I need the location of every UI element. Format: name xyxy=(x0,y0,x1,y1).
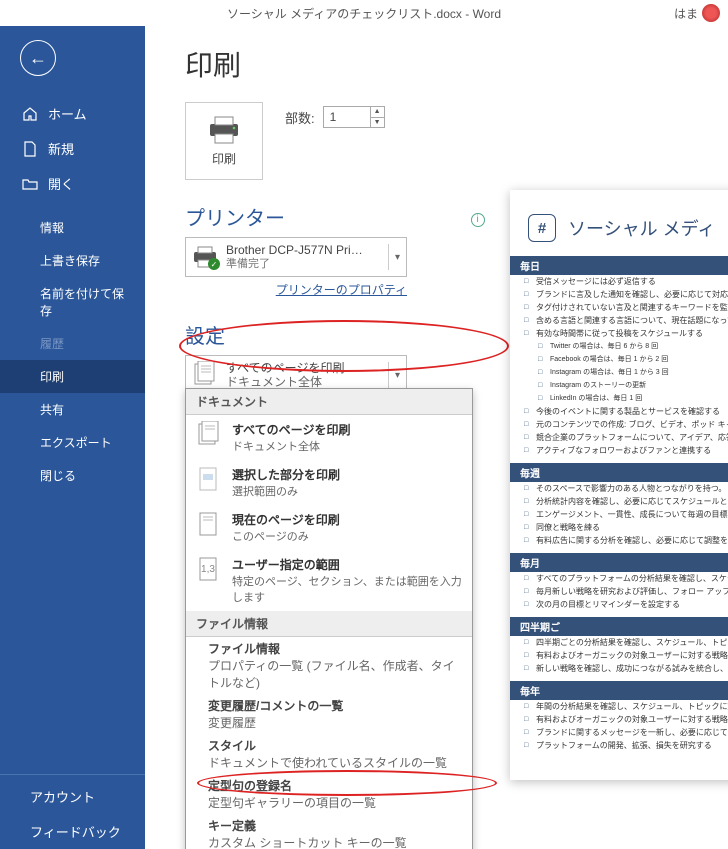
preview-bullet: 今後のイベントに関する製品とサービスを確認する xyxy=(510,405,728,418)
preview-bullet: 有効な時間帯に従って投稿をスケジュールする xyxy=(510,327,728,340)
menu-sub-1[interactable]: 変更履歴/コメントの一覧変更履歴 xyxy=(186,694,472,734)
preview-section: 毎月 xyxy=(510,553,728,572)
back-arrow-icon: ← xyxy=(29,48,47,69)
nav-new[interactable]: 新規 xyxy=(0,131,145,166)
preview-bullet: ブランドに関するメッセージを一新し、必要に応じて調整を xyxy=(510,726,728,739)
preview-bullet: 有料およびオーガニックの対象ユーザーに対する戦略的な xyxy=(510,713,728,726)
svg-text:1,3: 1,3 xyxy=(201,564,215,575)
new-doc-icon xyxy=(22,141,38,157)
home-icon xyxy=(22,106,38,122)
preview-bullet: 次の月の目標とリマインダーを設定する xyxy=(510,598,728,611)
preview-bullet: 新しい戦略を確認し、成功につながる試みを統合し、経 xyxy=(510,662,728,675)
print-button[interactable]: 印刷 xyxy=(185,102,263,180)
preview-bullet: プラットフォームの開発、拡張、損失を研究する xyxy=(510,739,728,752)
copies-down[interactable]: ▼ xyxy=(370,118,384,128)
menu-section-document: ドキュメント xyxy=(186,389,472,415)
preview-bullet: すべてのプラットフォームの分析結果を確認し、スケジュール xyxy=(510,572,728,585)
nav-share[interactable]: 共有 xyxy=(0,393,145,426)
chevron-down-icon: ▾ xyxy=(388,362,400,388)
page-icon xyxy=(196,466,222,494)
copies-label: 部数: xyxy=(285,108,315,127)
preview-bullet: 元のコンテンツでの作成: ブログ、ビデオ、ポッド キャストな xyxy=(510,418,728,431)
menu-section-fileinfo: ファイル情報 xyxy=(186,611,472,637)
preview-bullet-sub: Instagram のストーリーの更新 xyxy=(510,379,728,392)
menu-item-1[interactable]: 選択した部分を印刷選択範囲のみ xyxy=(186,460,472,505)
preview-section: 毎年 xyxy=(510,681,728,700)
menu-sub-3[interactable]: 定型句の登録名定型句ギャラリーの項目の一覧 xyxy=(186,774,472,814)
preview-bullet-sub: Facebook の場合は、毎日 1 から 2 回 xyxy=(510,353,728,366)
info-icon[interactable]: i xyxy=(471,213,485,227)
preview-bullet: そのスペースで影響力のある人物とつながりを持つ。 xyxy=(510,482,728,495)
print-range-menu: ドキュメント すべてのページを印刷ドキュメント全体選択した部分を印刷選択範囲のみ… xyxy=(185,388,473,849)
chevron-down-icon: ▾ xyxy=(388,244,400,270)
menu-sub-0[interactable]: ファイル情報プロパティの一覧 (ファイル名、作成者、タイトルなど) xyxy=(186,637,472,694)
menu-item-3[interactable]: 1,3ユーザー指定の範囲特定のページ、セクション、または範囲を入力します xyxy=(186,550,472,611)
nav-saveas[interactable]: 名前を付けて保存 xyxy=(0,277,145,327)
nav-save[interactable]: 上書き保存 xyxy=(0,244,145,277)
copies-up[interactable]: ▲ xyxy=(370,107,384,118)
preview-bullet: 分析統計内容を確認し、必要に応じてスケジュールとコン xyxy=(510,495,728,508)
preview-bullet: 毎月新しい戦略を研究および評価し、フォロー アップの xyxy=(510,585,728,598)
pages-icon xyxy=(192,361,218,389)
nav-home[interactable]: ホーム xyxy=(0,96,145,131)
open-folder-icon xyxy=(22,176,38,192)
preview-bullet: アクティブなフォロワーおよびファンと連携する xyxy=(510,444,728,457)
print-preview: # ソーシャル メディ 毎日受信メッセージには必ず返信するブランドに言及した通知… xyxy=(510,190,728,780)
preview-section: 四半期ご xyxy=(510,617,728,636)
menu-item-0[interactable]: すべてのページを印刷ドキュメント全体 xyxy=(186,415,472,460)
preview-bullet: 同僚と戦略を練る xyxy=(510,521,728,534)
nav-feedback[interactable]: フィードバック xyxy=(0,814,145,849)
preview-bullet: 四半期ごとの分析結果を確認し、スケジュール、トピックに xyxy=(510,636,728,649)
preview-bullet-sub: Instagram の場合は、毎日 1 から 3 回 xyxy=(510,366,728,379)
preview-bullet: エンゲージメント、一貫性、成長について毎週の目標を設 xyxy=(510,508,728,521)
menu-sub-4[interactable]: キー定義カスタム ショートカット キーの一覧 xyxy=(186,814,472,849)
page-title: 印刷 xyxy=(185,44,728,84)
nav-open[interactable]: 開く xyxy=(0,166,145,201)
nav-export[interactable]: エクスポート xyxy=(0,426,145,459)
nav-print[interactable]: 印刷 xyxy=(0,360,145,393)
preview-section: 毎週 xyxy=(510,463,728,482)
preview-doc-title: ソーシャル メディ xyxy=(568,215,715,241)
preview-bullet: 含める言語と関連する言語について、現在話題になってい xyxy=(510,314,728,327)
printer-properties-link[interactable]: プリンターのプロパティ xyxy=(185,281,407,298)
nav-account[interactable]: アカウント xyxy=(0,779,145,814)
menu-sub-2[interactable]: スタイルドキュメントで使われているスタイルの一覧 xyxy=(186,734,472,774)
nav-info[interactable]: 情報 xyxy=(0,211,145,244)
copies-input[interactable]: 1 ▲ ▼ xyxy=(323,106,385,128)
back-button[interactable]: ← xyxy=(20,40,56,76)
preview-bullet-sub: Twitter の場合は、毎日 6 から 8 回 xyxy=(510,340,728,353)
page-icon xyxy=(196,421,222,449)
preview-bullet: タグ付けされていない言及と関連するキーワードを監視し xyxy=(510,301,728,314)
preview-bullet: ブランドに言及した通知を確認し、必要に応じて対応する xyxy=(510,288,728,301)
nav-history: 履歴 xyxy=(0,327,145,360)
backstage-sidebar: ← ホーム 新規 開く 情報 上書き保存 名前を付けて保存 履歴 印刷 共有 エ… xyxy=(0,26,145,849)
preview-bullet: 競合企業のプラットフォームについて、アイデア、応答、傾 xyxy=(510,431,728,444)
printer-dropdown[interactable]: ✓ Brother DCP-J577N Pri… 準備完了 ▾ xyxy=(185,237,407,277)
preview-bullet: 受信メッセージには必ず返信する xyxy=(510,275,728,288)
titlebar: ソーシャル メディアのチェックリスト.docx - Word はま xyxy=(0,0,728,26)
page-icon: 1,3 xyxy=(196,556,222,584)
preview-bullet: 有料およびオーガニックの対象ユーザーに対する戦略の調 xyxy=(510,649,728,662)
document-title: ソーシャル メディアのチェックリスト.docx - Word xyxy=(227,5,501,22)
menu-item-2[interactable]: 現在のページを印刷このページのみ xyxy=(186,505,472,550)
preview-bullet: 有料広告に関する分析を確認し、必要に応じて調整を行 xyxy=(510,534,728,547)
user-name: はま xyxy=(674,5,698,22)
nav-close[interactable]: 閉じる xyxy=(0,459,145,492)
printer-status-icon: ✓ xyxy=(192,246,218,268)
check-icon: ✓ xyxy=(208,258,220,270)
preview-bullet-sub: LinkedIn の場合は、毎日 1 回 xyxy=(510,392,728,405)
printer-icon xyxy=(206,116,242,144)
page-icon xyxy=(196,511,222,539)
user-avatar[interactable] xyxy=(702,4,720,22)
hash-icon: # xyxy=(528,214,556,242)
preview-section: 毎日 xyxy=(510,256,728,275)
preview-bullet: 年間の分析結果を確認し、スケジュール、トピックに対する xyxy=(510,700,728,713)
